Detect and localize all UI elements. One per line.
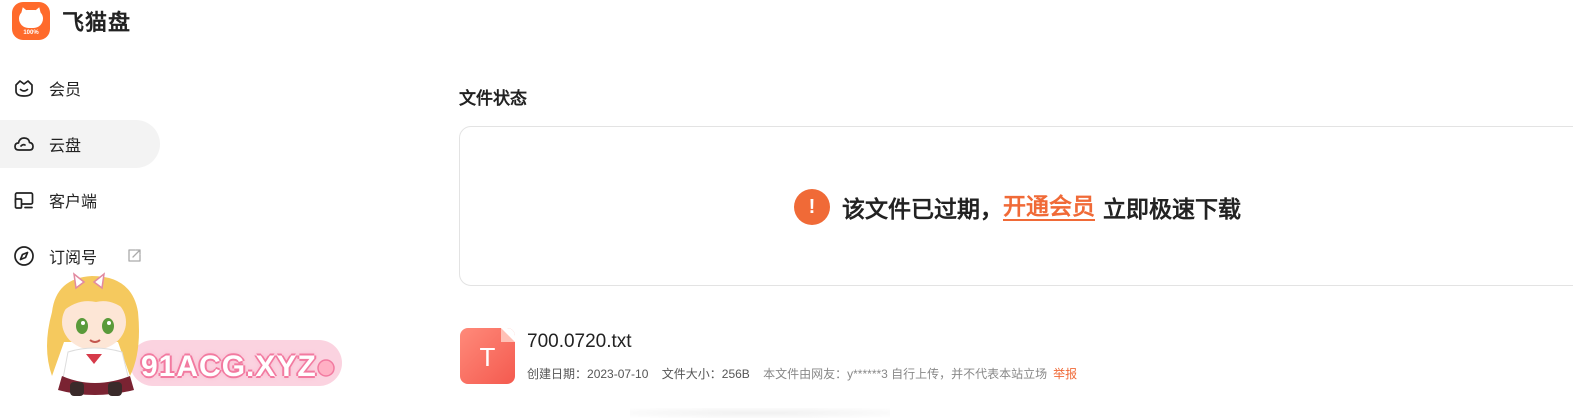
devices-icon bbox=[13, 189, 35, 211]
cloud-icon bbox=[13, 133, 35, 155]
file-meta: 创建日期：2023-07-10 文件大小：256B 本文件由网友：y******… bbox=[527, 365, 1087, 382]
sidebar-item-label: 订阅号 bbox=[49, 250, 98, 267]
sidebar-item-label: 客户端 bbox=[49, 194, 98, 211]
file-name: 700.0720.txt bbox=[527, 331, 632, 352]
sidebar-item-label: 会员 bbox=[49, 82, 82, 99]
compass-icon bbox=[13, 245, 35, 267]
created-date: 创建日期：2023-07-10 bbox=[527, 367, 649, 381]
cat-logo-icon: 100% bbox=[12, 2, 50, 40]
watermark-text: 91ACG.XYZ bbox=[141, 350, 317, 383]
brand-logo[interactable]: 100% 飞猫盘 bbox=[12, 2, 131, 40]
status-message: ! 该文件已过期， 开通会员 立即极速下载 bbox=[794, 188, 1241, 226]
report-link[interactable]: 举报 bbox=[1053, 367, 1077, 381]
sidebar-item-cloud[interactable]: 云盘 bbox=[0, 120, 160, 168]
expired-message: 该文件已过期， bbox=[842, 196, 1003, 222]
divider-shadow bbox=[630, 408, 890, 418]
brand-name: 飞猫盘 bbox=[62, 10, 132, 35]
open-vip-link[interactable]: 开通会员 bbox=[1003, 193, 1095, 221]
file-type-letter: T bbox=[479, 342, 496, 372]
sidebar-item-vip[interactable]: 会员 bbox=[0, 64, 160, 112]
crown-icon bbox=[13, 77, 35, 99]
sidebar-nav: 会员 云盘 客户端 订阅号 bbox=[0, 64, 160, 288]
external-link-icon bbox=[127, 248, 142, 263]
section-title: 文件状态 bbox=[459, 89, 527, 108]
exclamation-icon: ! bbox=[794, 189, 830, 225]
logo-tag: 100% bbox=[23, 30, 39, 36]
download-prompt: 立即极速下载 bbox=[1103, 196, 1241, 222]
txt-file-icon: T bbox=[460, 328, 515, 384]
file-size: 文件大小：256B bbox=[661, 367, 750, 381]
sidebar-item-label: 云盘 bbox=[49, 138, 82, 155]
uploader-note: 本文件由网友：y******3 自行上传，并不代表本站立场 bbox=[763, 367, 1048, 381]
sidebar-item-client[interactable]: 客户端 bbox=[0, 176, 160, 224]
